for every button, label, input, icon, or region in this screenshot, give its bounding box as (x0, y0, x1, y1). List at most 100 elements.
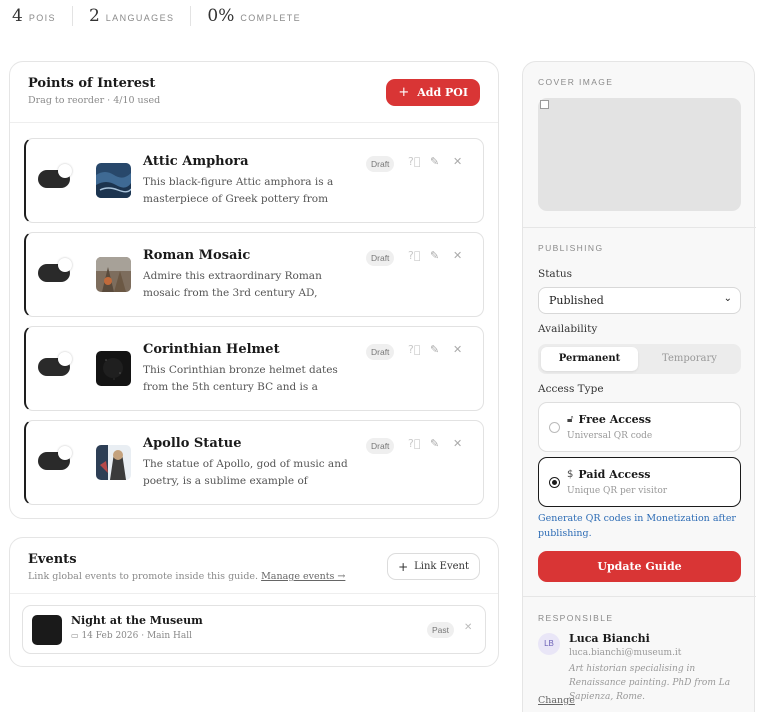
access-option-paid[interactable]: $ Paid Access Unique QR per visitor (538, 457, 741, 507)
calendar-icon: ▭ (71, 631, 79, 640)
lock-open-icon: 🔓︎ (567, 414, 574, 425)
add-poi-label: Add POI (417, 86, 468, 99)
availability-label: Availability (538, 323, 598, 335)
poi-title: Apollo Statue (143, 436, 242, 451)
responsible-bio: Art historian specialising in Renaissanc… (569, 664, 731, 702)
events-subtitle-text: Link global events to promote inside thi… (28, 571, 259, 582)
poi-card-header: Points of Interest Drag to reorder · 4/1… (10, 62, 498, 123)
cover-image[interactable] (538, 98, 741, 211)
publishing-section: PUBLISHING Status Published ⌄ Availabili… (523, 228, 756, 597)
status-badge: Draft (366, 438, 395, 454)
update-guide-button[interactable]: Update Guide (538, 551, 741, 582)
plus-icon: + (398, 559, 409, 574)
close-icon[interactable]: ✕ (453, 437, 462, 450)
status-value: Published (549, 294, 604, 307)
status-badge: Draft (366, 344, 395, 360)
events-card-header: Events Link global events to promote ins… (10, 538, 498, 594)
cover-label: COVER IMAGE (538, 77, 614, 87)
stat-languages: 2 LANGUAGES (88, 6, 192, 26)
help-icon[interactable]: ?⃝ (408, 249, 420, 262)
poi-enable-toggle[interactable] (38, 258, 72, 282)
stat-label: POIS (28, 13, 56, 23)
responsible-label: RESPONSIBLE (538, 613, 614, 623)
help-icon[interactable]: ?⃝ (408, 343, 420, 356)
access-option-sub: Unique QR per visitor (567, 486, 668, 496)
stat-pois: 4 POIS (12, 6, 73, 26)
poi-title: Roman Mosaic (143, 248, 251, 263)
broken-image-icon (540, 100, 549, 109)
edit-icon[interactable]: ✎ (430, 437, 439, 450)
availability-toggle: Permanent Temporary (538, 344, 741, 374)
plus-icon: + (398, 85, 410, 100)
poi-description: This Corinthian bronze helmet dates from… (143, 364, 338, 393)
status-badge: Draft (366, 156, 395, 172)
responsible-name: Luca Bianchi (569, 632, 650, 645)
close-icon[interactable]: ✕ (464, 622, 472, 633)
stat-complete: 0% COMPLETE (207, 6, 317, 26)
radio-free[interactable] (549, 422, 560, 433)
poi-thumbnail (96, 351, 131, 386)
chevron-down-icon: ⌄ (723, 293, 732, 304)
access-option-free[interactable]: 🔓︎ Free Access Universal QR code (538, 402, 741, 452)
stat-value: 4 (12, 6, 23, 26)
status-badge: Past (427, 622, 455, 638)
edit-icon[interactable]: ✎ (430, 249, 439, 262)
access-option-sub: Universal QR code (567, 431, 653, 441)
edit-icon[interactable]: ✎ (430, 343, 439, 356)
toggle-knob (58, 164, 72, 178)
status-label: Status (538, 268, 573, 280)
cover-section: COVER IMAGE (523, 62, 756, 228)
change-responsible-link[interactable]: Change (538, 695, 575, 706)
poi-item[interactable]: Attic Amphora This black-figure Attic am… (24, 138, 484, 223)
link-event-button[interactable]: + Link Event (387, 553, 480, 580)
poi-description: The statue of Apollo, god of music and p… (143, 458, 348, 487)
poi-title: Attic Amphora (143, 154, 249, 169)
edit-icon[interactable]: ✎ (430, 155, 439, 168)
manage-events-link[interactable]: Manage events → (261, 571, 345, 582)
stat-label: COMPLETE (240, 13, 302, 23)
link-event-label: Link Event (414, 561, 469, 572)
events-card: Events Link global events to promote ins… (9, 537, 499, 667)
access-type-label: Access Type (538, 383, 604, 395)
publishing-label: PUBLISHING (538, 243, 604, 253)
poi-list: Attic Amphora This black-figure Attic am… (24, 138, 484, 514)
event-date-location: 14 Feb 2026 · Main Hall (81, 631, 193, 641)
toggle-knob (58, 352, 72, 366)
monetization-note-link[interactable]: Generate QR codes in Monetization after … (538, 511, 738, 541)
status-select[interactable]: Published ⌄ (538, 287, 741, 314)
poi-card: Points of Interest Drag to reorder · 4/1… (9, 61, 499, 519)
availability-temporary[interactable]: Temporary (641, 347, 738, 371)
status-badge: Draft (366, 250, 395, 266)
poi-item[interactable]: Roman Mosaic Admire this extraordinary R… (24, 232, 484, 317)
stats-bar: 4 POIS 2 LANGUAGES 0% COMPLETE (12, 6, 333, 26)
poi-thumbnail (96, 445, 131, 480)
poi-item[interactable]: Apollo Statue The statue of Apollo, god … (24, 420, 484, 505)
help-icon[interactable]: ?⃝ (408, 437, 420, 450)
event-item[interactable]: Night at the Museum ▭ 14 Feb 2026 · Main… (22, 605, 486, 654)
poi-description: This black-figure Attic amphora is a mas… (143, 176, 334, 205)
event-meta: ▭ 14 Feb 2026 · Main Hall (71, 631, 192, 641)
close-icon[interactable]: ✕ (453, 249, 462, 262)
paid-access-label: Paid Access (578, 468, 651, 481)
poi-enable-toggle[interactable] (38, 164, 72, 188)
poi-thumbnail (96, 163, 131, 198)
poi-enable-toggle[interactable] (38, 446, 72, 470)
free-access-label: Free Access (578, 413, 652, 426)
add-poi-button[interactable]: + Add POI (386, 79, 480, 106)
access-option-title: $ Paid Access (567, 468, 651, 481)
event-title: Night at the Museum (71, 614, 203, 627)
close-icon[interactable]: ✕ (453, 343, 462, 356)
radio-paid[interactable] (549, 477, 560, 488)
access-option-title: 🔓︎ Free Access (567, 413, 651, 426)
poi-description: Admire this extraordinary Roman mosaic f… (143, 270, 322, 299)
stat-value: 2 (88, 6, 100, 26)
availability-permanent[interactable]: Permanent (541, 347, 638, 371)
close-icon[interactable]: ✕ (453, 155, 462, 168)
poi-item[interactable]: Corinthian Helmet This Corinthian bronze… (24, 326, 484, 411)
event-thumbnail (32, 615, 62, 645)
avatar: LB (538, 633, 560, 655)
help-icon[interactable]: ?⃝ (408, 155, 420, 168)
stat-label: LANGUAGES (105, 13, 175, 23)
poi-enable-toggle[interactable] (38, 352, 72, 376)
stat-value: 0% (207, 6, 235, 26)
